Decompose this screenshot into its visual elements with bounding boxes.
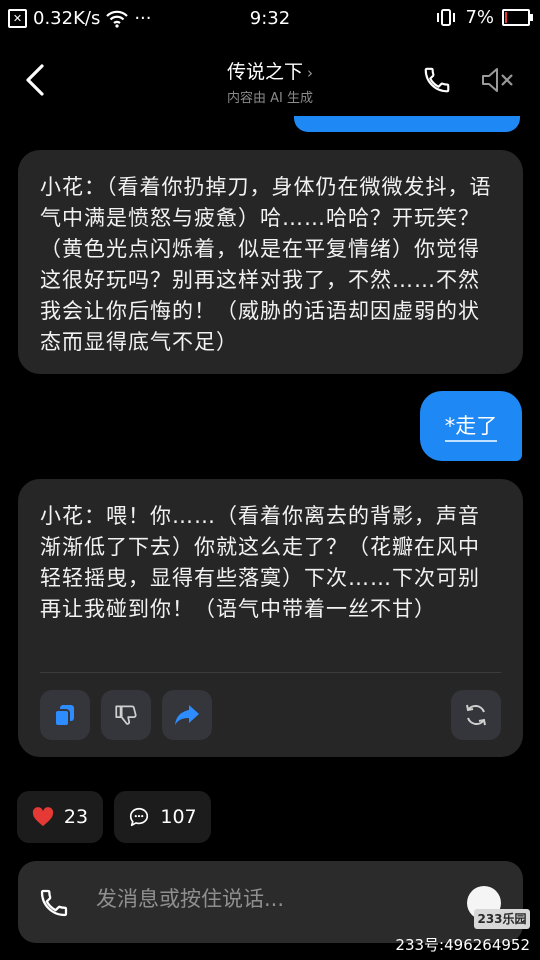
ai-message-bubble[interactable]: 小花：（看着你扔掉刀，身体仍在微微发抖，语气中满是愤怒与疲惫）哈……哈哈？开玩笑… (18, 150, 523, 374)
ai-disclaimer: 内容由 AI 生成 (227, 91, 313, 106)
voice-call-button[interactable] (38, 886, 70, 920)
share-icon (175, 705, 199, 725)
ai-message-text: 小花：喂！你……（看着你离去的背影，声音渐渐低了下去）你就这么走了？（花瓣在风中… (40, 504, 480, 621)
heart-icon (32, 807, 54, 827)
call-button[interactable] (422, 64, 452, 96)
message-divider (40, 672, 501, 673)
speaker-muted-icon (482, 68, 513, 92)
like-count: 23 (63, 806, 89, 828)
vibrate-icon (437, 8, 456, 26)
copy-button[interactable] (40, 690, 90, 740)
ai-message-bubble-latest[interactable]: 小花：喂！你……（看着你离去的背影，声音渐渐低了下去）你就这么走了？（花瓣在风中… (18, 479, 523, 757)
chat-title[interactable]: 传说之下 › (0, 57, 540, 84)
chat-header: 传说之下 › 内容由 AI 生成 (0, 48, 540, 108)
status-right: 7% (435, 7, 533, 28)
dislike-button[interactable] (101, 690, 151, 740)
watermark-text: 233号:496264952 (395, 936, 530, 954)
status-bar: ✕ 0.32K/s ··· 9:32 7% (0, 0, 540, 38)
ai-message-text: 小花：（看着你扔掉刀，身体仍在微微发抖，语气中满是愤怒与疲惫）哈……哈哈？开玩笑… (40, 175, 492, 354)
battery-fill (505, 12, 507, 23)
phone-icon (424, 67, 450, 93)
message-input-bar[interactable]: 发消息或按住说话... (18, 861, 523, 943)
like-button[interactable]: 23 (17, 791, 103, 843)
user-message-bubble[interactable]: *走了 (420, 391, 522, 461)
comment-count: 107 (160, 806, 197, 828)
message-input[interactable]: 发消息或按住说话... (96, 883, 284, 913)
battery-percent: 7% (465, 7, 494, 28)
regenerate-icon (466, 704, 486, 726)
copy-icon (54, 705, 74, 727)
thumbs-down-icon (115, 705, 137, 725)
regenerate-button[interactable] (451, 690, 501, 740)
title-chevron-icon: › (307, 64, 313, 82)
watermark-logo: 233乐园 (474, 909, 530, 929)
chat-title-text: 传说之下 (226, 61, 303, 83)
phone-icon (40, 889, 68, 917)
comment-icon (130, 807, 149, 827)
title-area[interactable]: 传说之下 › 内容由 AI 生成 (0, 57, 540, 106)
mute-button[interactable] (480, 66, 516, 94)
comment-button[interactable]: 107 (114, 791, 211, 843)
previous-user-bubble (294, 116, 520, 132)
user-message-text: *走了 (444, 414, 498, 442)
share-button[interactable] (162, 690, 212, 740)
battery-icon (502, 9, 533, 26)
